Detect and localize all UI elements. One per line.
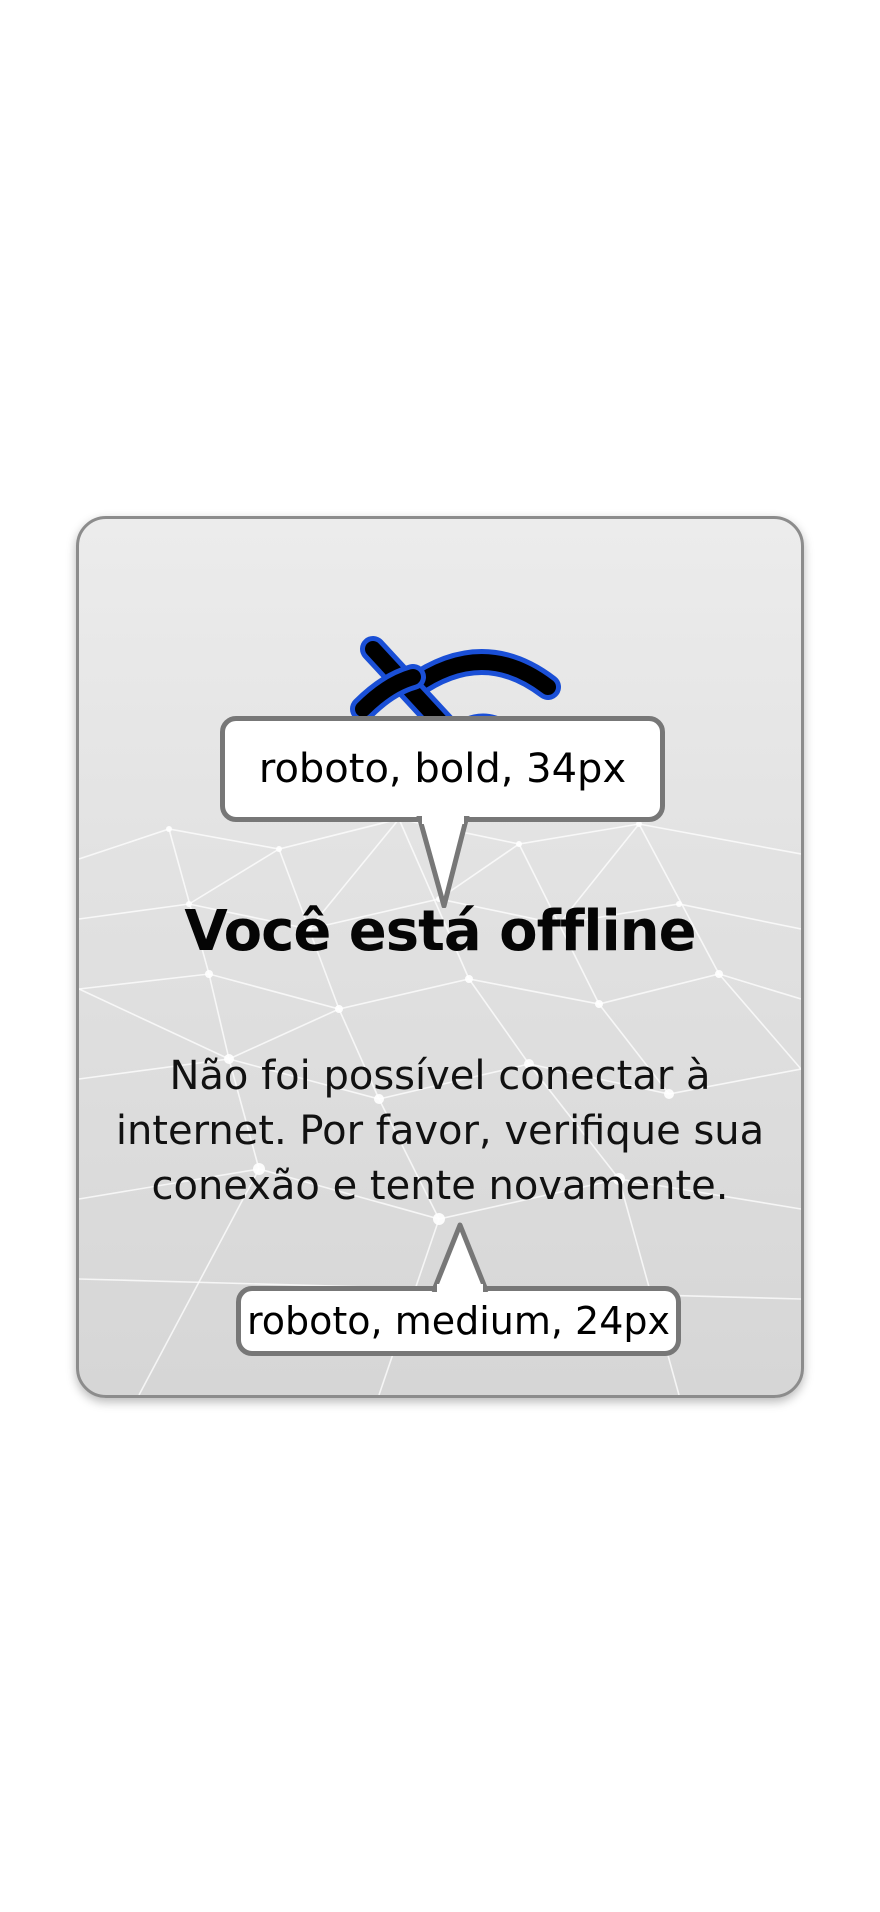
message-font-callout: roboto, medium, 24px [236,1286,681,1356]
offline-message: Não foi possível conectar à internet. Po… [115,1053,765,1209]
title-font-callout-label: roboto, bold, 34px [258,746,627,792]
message-font-callout-label: roboto, medium, 24px [246,1299,670,1343]
message-callout-pointer [431,1222,489,1292]
offline-title: Você está offline [184,899,696,964]
title-callout-pointer [416,816,470,908]
title-font-callout: roboto, bold, 34px [220,716,665,822]
